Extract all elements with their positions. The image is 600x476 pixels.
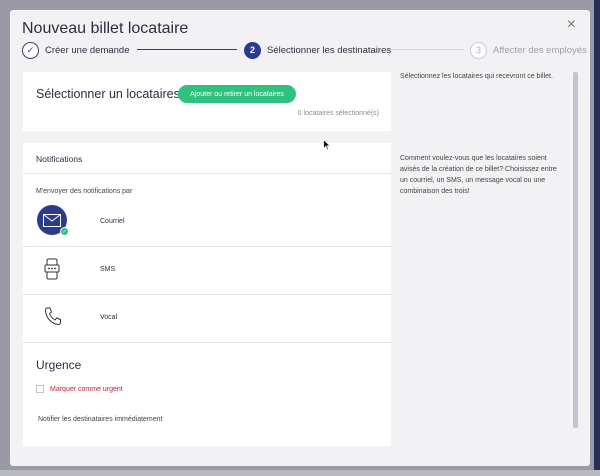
recipients-card: Sélectionner un locataires Ajouter ou re…	[23, 72, 391, 131]
notifications-subtitle: M'envoyer des notifications par	[36, 188, 133, 195]
checkbox-label[interactable]: Marquer comme urgent	[50, 386, 123, 393]
divider	[23, 173, 391, 174]
step-label: Créer une demande	[45, 44, 130, 56]
scrollbar-track[interactable]	[573, 72, 578, 428]
recipients-help-text: Sélectionnez les locataires qui recevron…	[400, 73, 553, 80]
option-label: Courriel	[100, 218, 125, 225]
step-assign-employees[interactable]: 3 Affecter des employés	[470, 40, 587, 60]
option-label: Vocal	[100, 314, 118, 321]
check-icon: ✓	[22, 41, 39, 59]
divider	[23, 246, 391, 247]
notifications-title: Notifications	[36, 154, 83, 164]
mouse-cursor-icon	[323, 138, 332, 156]
divider	[23, 294, 391, 295]
step-number: 3	[470, 41, 487, 59]
backdrop-bottom	[0, 470, 600, 476]
modal-title: Nouveau billet locataire	[22, 20, 189, 37]
mark-urgent-checkbox[interactable]: Marquer comme urgent	[36, 385, 123, 393]
stepper: ✓ Créer une demande 2 Sélectionner les d…	[22, 40, 587, 60]
step-label: Sélectionner les destinataires	[267, 44, 392, 56]
selected-check-icon: ✓	[60, 227, 69, 236]
step-create-request[interactable]: ✓ Créer une demande	[22, 40, 130, 60]
scrollbar-thumb[interactable]	[573, 72, 578, 428]
stepper-line-done	[137, 49, 237, 50]
urgence-title: Urgence	[36, 358, 82, 372]
recipients-title: Sélectionner un locataires	[36, 87, 180, 101]
notifications-card: Notifications M'envoyer des notification…	[23, 143, 391, 446]
close-icon[interactable]: ×	[567, 16, 576, 34]
modal-dialog: Nouveau billet locataire × ✓ Créer une d…	[10, 10, 590, 466]
option-label: SMS	[100, 266, 116, 273]
phone-icon	[44, 306, 62, 331]
notifications-help-text: Comment voulez-vous que les locataires s…	[400, 155, 557, 195]
add-remove-tenants-button[interactable]: Ajouter ou retirer un locataires	[178, 85, 296, 103]
sms-phone-icon	[44, 258, 60, 285]
checkbox-box[interactable]	[36, 385, 44, 393]
step-label: Affecter des employés	[493, 44, 587, 56]
backdrop-strip	[594, 0, 600, 476]
urgence-description: Notifier les destinataires immédiatement	[38, 416, 163, 423]
stepper-line-pending	[388, 49, 464, 50]
divider	[23, 342, 391, 343]
step-number: 2	[244, 41, 261, 59]
selected-count: 0 locataires sélectionné(s)	[297, 110, 379, 117]
step-select-recipients[interactable]: 2 Sélectionner les destinataires	[244, 40, 391, 60]
